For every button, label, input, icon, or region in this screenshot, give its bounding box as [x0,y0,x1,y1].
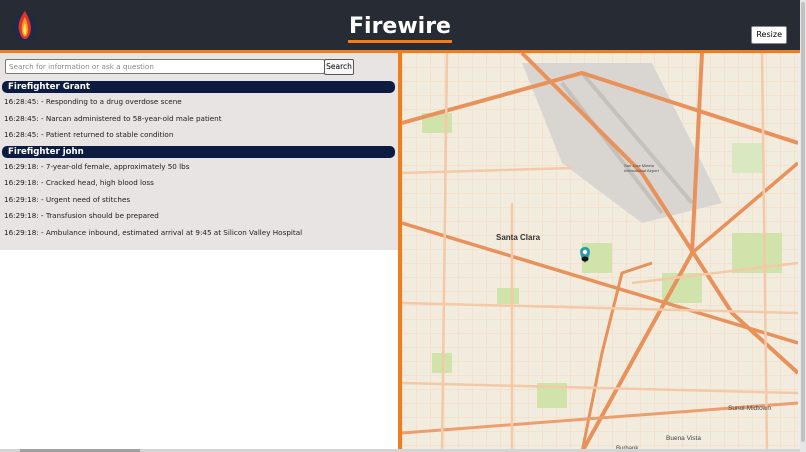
app-header: Firewire Resize [0,0,800,53]
log-entry: 16:29:18: - Urgent need of stitches [4,194,131,204]
map-canvas [402,53,798,452]
page-scrollbar-thumb[interactable] [801,2,805,442]
search-input[interactable]: Search for information or ask a question [5,59,325,74]
group-header-john: Firefighter john [2,145,395,158]
log-entry: 16:29:18: - 7-year-old female, approxima… [4,161,190,171]
log-entry: 16:29:18: - Ambulance inbound, estimated… [4,227,303,237]
map-airport-label: San Jose Mineta International Airport [624,163,659,173]
map-city-label: Santa Clara [496,233,541,242]
feed-section: Search for information or ask a question… [0,53,398,250]
resize-button[interactable]: Resize [751,26,787,44]
log-entry: 16:29:18: - Cracked head, high blood los… [4,178,154,187]
log-entry: 16:29:18: - Transfusion should be prepar… [4,211,159,220]
search-row: Search for information or ask a question… [0,59,398,77]
log-entry: 16:28:45: - Narcan administered to 58-ye… [4,113,222,123]
app-title: Firewire [0,14,800,43]
entry-list-john: 16:29:18: - 7-year-old female, approxima… [0,159,398,242]
map-view[interactable]: Santa Clara San Jose Mineta Internationa… [402,53,798,452]
log-entry: 16:28:45: - Patient returned to stable c… [4,130,174,139]
search-button[interactable]: Search [324,59,354,75]
log-entry: 16:28:45: - Responding to a drug overdos… [4,97,182,106]
entry-list-grant: 16:28:45: - Responding to a drug overdos… [0,94,398,144]
group-header-grant: Firefighter Grant [2,81,395,93]
map-area-label: Sunol-Midtown [728,405,771,412]
info-panel: Search for information or ask a question… [0,53,398,452]
map-area-label: Buena Vista [666,435,701,442]
